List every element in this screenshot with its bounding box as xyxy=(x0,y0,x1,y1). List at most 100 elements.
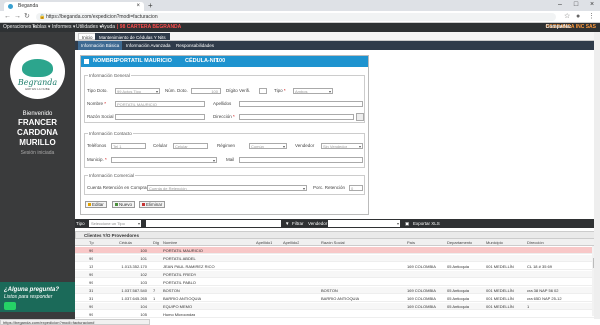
table-cell: 100 xyxy=(140,248,147,253)
url-input[interactable]: 🔒 https://beganda.com/expedicion?modi=fa… xyxy=(36,13,556,21)
whatsapp-icon[interactable] xyxy=(4,302,16,310)
delete-button[interactable]: Eliminar xyxy=(139,201,166,208)
table-cell: 104 xyxy=(140,304,147,309)
back-icon[interactable]: ← xyxy=(4,13,11,21)
star-icon[interactable]: ☆ xyxy=(564,13,570,21)
digito-label: Dígito Verifi. xyxy=(226,88,251,93)
telefonos-input[interactable]: Tel 1 xyxy=(111,143,146,149)
minimize-icon[interactable]: – xyxy=(552,0,568,10)
edit-address-icon[interactable] xyxy=(356,113,364,121)
mail-input[interactable] xyxy=(239,157,363,163)
new-button[interactable]: Nuevo xyxy=(112,201,136,208)
razon-social-input[interactable] xyxy=(115,114,205,120)
grid-column-header[interactable]: País xyxy=(407,239,415,246)
excel-icon[interactable]: ▣ xyxy=(405,219,409,228)
celular-input[interactable]: Celular xyxy=(173,143,208,149)
browser-tab[interactable]: Beganda × xyxy=(4,2,144,11)
vendedor-select[interactable]: Sin Vendedor xyxy=(321,143,363,149)
table-cell: cra 65D NAP 25-12 xyxy=(527,296,562,301)
filter-bar: Tipo Seleccione un Tipo ▼ Filtrar Vended… xyxy=(75,219,600,228)
table-cell: BARRIO ANTIOQUIA xyxy=(163,296,202,301)
table-cell: cra 38 NAP 56 02 xyxy=(527,288,559,293)
grid-column-header[interactable]: Nombre xyxy=(163,239,177,246)
tipo-select[interactable]: Ambos xyxy=(293,88,333,94)
nombre-label-text: Nombre xyxy=(87,101,104,106)
menu-utilidades[interactable]: Utilidades ▾ xyxy=(76,23,102,32)
menu-tablas[interactable]: Tablas ▾ xyxy=(32,23,50,32)
grid-column-header[interactable]: Cédula xyxy=(119,239,132,246)
filtrar-label[interactable]: Filtrar xyxy=(292,219,304,228)
grid-column-header[interactable]: Apellido1 xyxy=(256,239,272,246)
new-tab-icon[interactable]: + xyxy=(148,2,153,10)
num-doc-input[interactable]: 100 xyxy=(191,88,221,94)
table-row[interactable]: 99 100 PORTATIL MAURICIO xyxy=(75,247,595,254)
profile-icon[interactable]: ● xyxy=(576,13,580,21)
table-row[interactable]: 99 105 Humo Microondas xyxy=(75,311,595,318)
apellidos-input[interactable] xyxy=(239,101,363,107)
chat-question: ¿Alguna pregunta? xyxy=(4,287,59,293)
direccion-label: Dirección * xyxy=(213,114,235,120)
table-row[interactable]: 99 101 PORTATIL ABDEL xyxy=(75,255,595,262)
regimen-label: Régimen xyxy=(217,143,236,148)
table-row[interactable]: 99 104 EQUIPO MEMO 169 COLOMBIA 05 Antioquia… xyxy=(75,303,595,310)
grid-column-header[interactable]: Dirección xyxy=(527,239,544,246)
porc-retencion-input[interactable]: 0 xyxy=(349,185,363,191)
menu-informes[interactable]: Informes ▾ xyxy=(52,23,75,32)
table-row[interactable]: 31 1.037.645.265 1 BARRIO ANTIOQUIA BARRIO A… xyxy=(75,295,595,302)
table-row[interactable]: 31 1.037.587.540 7 BOSTON BOSTON 169 COLOMBIA… xyxy=(75,287,595,294)
menu-operaciones[interactable]: Operaciones ▾ xyxy=(3,23,35,32)
filter-search-input[interactable] xyxy=(146,220,281,227)
table-row[interactable]: 99 103 PORTATIL PABLO xyxy=(75,279,595,286)
grid-column-header[interactable]: Municipio xyxy=(486,239,503,246)
edit-button[interactable]: Editar xyxy=(85,201,107,208)
grid-column-header[interactable]: Apellido2 xyxy=(283,239,299,246)
chat-subtitle: Listos para responder xyxy=(4,294,53,300)
regimen-select[interactable]: Común xyxy=(249,143,287,149)
user-name-line: CARDONA xyxy=(17,128,58,137)
grid-column-header[interactable]: Tp xyxy=(89,239,94,246)
reload-icon[interactable]: ↻ xyxy=(24,13,30,21)
table-cell: 99 xyxy=(89,256,94,261)
grid-column-header[interactable]: Departamento xyxy=(447,239,472,246)
delete-button-label: Eliminar xyxy=(146,202,163,207)
grid-column-header[interactable]: Razón Social xyxy=(321,239,345,246)
window-close-icon[interactable]: × xyxy=(584,0,600,10)
forward-icon[interactable]: → xyxy=(14,13,21,21)
export-xls-label[interactable]: Exportar XLS xyxy=(413,219,440,228)
tab-informacion-avanzada[interactable]: Información Avanzada xyxy=(123,41,173,50)
menu-ayuda[interactable]: Ayuda xyxy=(101,23,115,32)
tipo-doc-select[interactable]: 99 Actos Tipo xyxy=(115,88,160,94)
tipo-label: Tipo * xyxy=(274,88,286,94)
table-cell: EQUIPO MEMO xyxy=(163,304,193,309)
filter-tipo-select[interactable]: Seleccione un Tipo xyxy=(89,220,141,227)
digito-input[interactable] xyxy=(259,88,267,94)
tab-responsabilidades[interactable]: Responsabilidades xyxy=(173,41,217,50)
company-label: Compañia: xyxy=(545,24,572,30)
brand-tagline: ERP EN LA NUBE xyxy=(25,87,50,91)
municipio-select[interactable] xyxy=(111,157,217,163)
page-scrollbar[interactable] xyxy=(594,32,600,319)
direccion-input[interactable] xyxy=(239,114,354,120)
table-cell: 99 xyxy=(89,272,94,277)
new-button-label: Nuevo xyxy=(119,202,133,207)
chat-widget[interactable]: ¿Alguna pregunta? Listos para responder xyxy=(0,282,75,312)
vendedor-label: Vendedor xyxy=(295,143,315,148)
tab-informacion-basica[interactable]: Información Básica xyxy=(78,41,123,50)
close-tab-icon[interactable]: × xyxy=(136,2,140,11)
maximize-icon[interactable]: □ xyxy=(568,0,584,10)
filter-icon[interactable]: ▼ xyxy=(285,219,289,228)
required-mark: * xyxy=(105,157,107,162)
menu-dots-icon[interactable]: ⋮ xyxy=(588,13,595,21)
grid-column-header[interactable]: Dig xyxy=(153,239,159,246)
bird-logo-icon xyxy=(22,59,53,77)
filter-vendedor-select[interactable] xyxy=(328,220,400,227)
table-cell: PORTATIL FREDY xyxy=(163,272,197,277)
table-row[interactable]: 99 102 PORTATIL FREDY xyxy=(75,271,595,278)
table-row[interactable]: 13 1.013.352.170 JEAN PAUL RAMIREZ RICO 169… xyxy=(75,263,595,270)
breadcrumb-inicio[interactable]: Inicio xyxy=(78,33,97,40)
nombre-input[interactable]: PORTATIL MAURICIO xyxy=(115,101,205,107)
required-mark: * xyxy=(104,101,107,106)
breadcrumb-cedulas[interactable]: Mantenimiento de Cédulas Y Nits xyxy=(95,33,170,40)
cuenta-retencion-select[interactable]: Cuenta de Retención xyxy=(147,185,307,191)
tipo-label-text: Tipo xyxy=(274,88,283,93)
